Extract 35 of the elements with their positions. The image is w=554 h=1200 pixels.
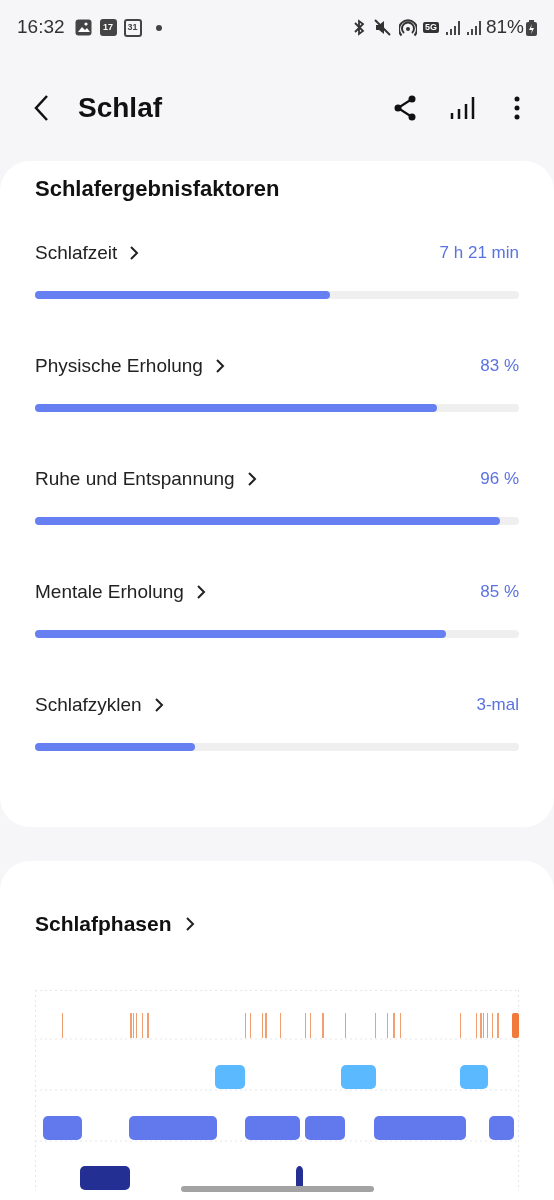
chevron-right-icon[interactable] <box>129 245 140 261</box>
factor-value: 83 % <box>480 355 519 378</box>
chevron-right-icon[interactable] <box>246 471 257 487</box>
section-title: Schlafergebnisfaktoren <box>35 175 281 203</box>
factor-label[interactable]: Physische Erholung <box>35 351 203 381</box>
chevron-right-icon[interactable] <box>153 697 164 713</box>
chevron-right-icon[interactable] <box>184 915 195 932</box>
factor-value: 85 % <box>480 581 519 604</box>
chevron-right-icon[interactable] <box>195 584 206 600</box>
factor-label[interactable]: Ruhe und Entspannung <box>35 464 235 494</box>
factor-value: 3-mal <box>476 694 519 717</box>
page-title: Schlaf <box>78 91 163 125</box>
calendar-icon: 31 <box>123 18 142 37</box>
share-icon[interactable] <box>393 95 417 121</box>
calendar-icon: 17 <box>99 19 117 36</box>
factor-value: 7 h 21 min <box>439 242 519 265</box>
bar-chart-icon[interactable] <box>450 96 475 120</box>
status-time: 16:32 <box>17 15 65 40</box>
mute-icon <box>373 19 391 36</box>
back-icon[interactable] <box>33 94 49 122</box>
battery-percent: 81% <box>485 15 524 40</box>
signal-icon <box>465 19 481 36</box>
factor-value: 96 % <box>480 468 519 491</box>
bluetooth-icon <box>351 19 366 36</box>
chevron-right-icon[interactable] <box>214 358 225 374</box>
battery-charging-icon <box>526 19 537 36</box>
gallery-icon <box>74 19 92 36</box>
more-options-icon[interactable] <box>514 96 520 120</box>
factor-label[interactable]: Mentale Erholung <box>35 577 184 607</box>
hotspot-icon <box>398 18 417 37</box>
section-title[interactable]: Schlafphasen <box>35 908 172 940</box>
signal-icon <box>444 19 460 36</box>
factor-label[interactable]: Schlafzyklen <box>35 690 142 720</box>
factor-label[interactable]: Schlafzeit <box>35 238 118 268</box>
network-badge: 5G <box>422 22 439 33</box>
